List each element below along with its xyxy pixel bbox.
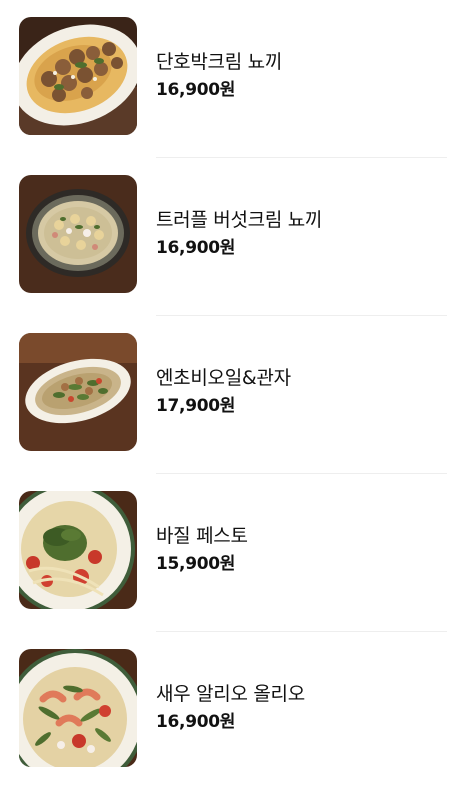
- menu-item-name: 단호박크림 뇨끼: [156, 51, 283, 73]
- menu-item-name: 트러플 버섯크림 뇨끼: [156, 209, 323, 231]
- menu-item-pumpkin-cream-gnocchi[interactable]: 단호박크림 뇨끼 16,900원: [0, 0, 466, 158]
- menu-item-name: 바질 페스토: [156, 525, 248, 547]
- dish-photo[interactable]: [19, 333, 137, 451]
- menu-item-price: 16,900원: [156, 712, 236, 732]
- menu-item-price: 16,900원: [156, 238, 236, 258]
- dish-photo[interactable]: [19, 17, 137, 135]
- menu-item-price: 15,900원: [156, 554, 236, 574]
- menu-item-anchovy-oil-scallop[interactable]: 엔초비오일&관자 17,900원: [0, 316, 466, 474]
- menu-item-basil-pesto[interactable]: 바질 페스토 15,900원: [0, 474, 466, 632]
- menu-item-shrimp-aglio-olio[interactable]: 새우 알리오 올리오 16,900원: [0, 632, 466, 790]
- menu-item-name: 새우 알리오 올리오: [156, 683, 305, 705]
- menu-item-name: 엔초비오일&관자: [156, 367, 291, 389]
- dish-photo[interactable]: [19, 649, 137, 767]
- menu-list: 단호박크림 뇨끼 16,900원 트러플 버섯크림 뇨끼 16,900원 엔초비…: [0, 0, 466, 780]
- menu-item-price: 16,900원: [156, 80, 236, 100]
- dish-photo[interactable]: [19, 175, 137, 293]
- dish-photo[interactable]: [19, 491, 137, 609]
- menu-item-price: 17,900원: [156, 396, 236, 416]
- menu-item-truffle-mushroom-cream-gnocchi[interactable]: 트러플 버섯크림 뇨끼 16,900원: [0, 158, 466, 316]
